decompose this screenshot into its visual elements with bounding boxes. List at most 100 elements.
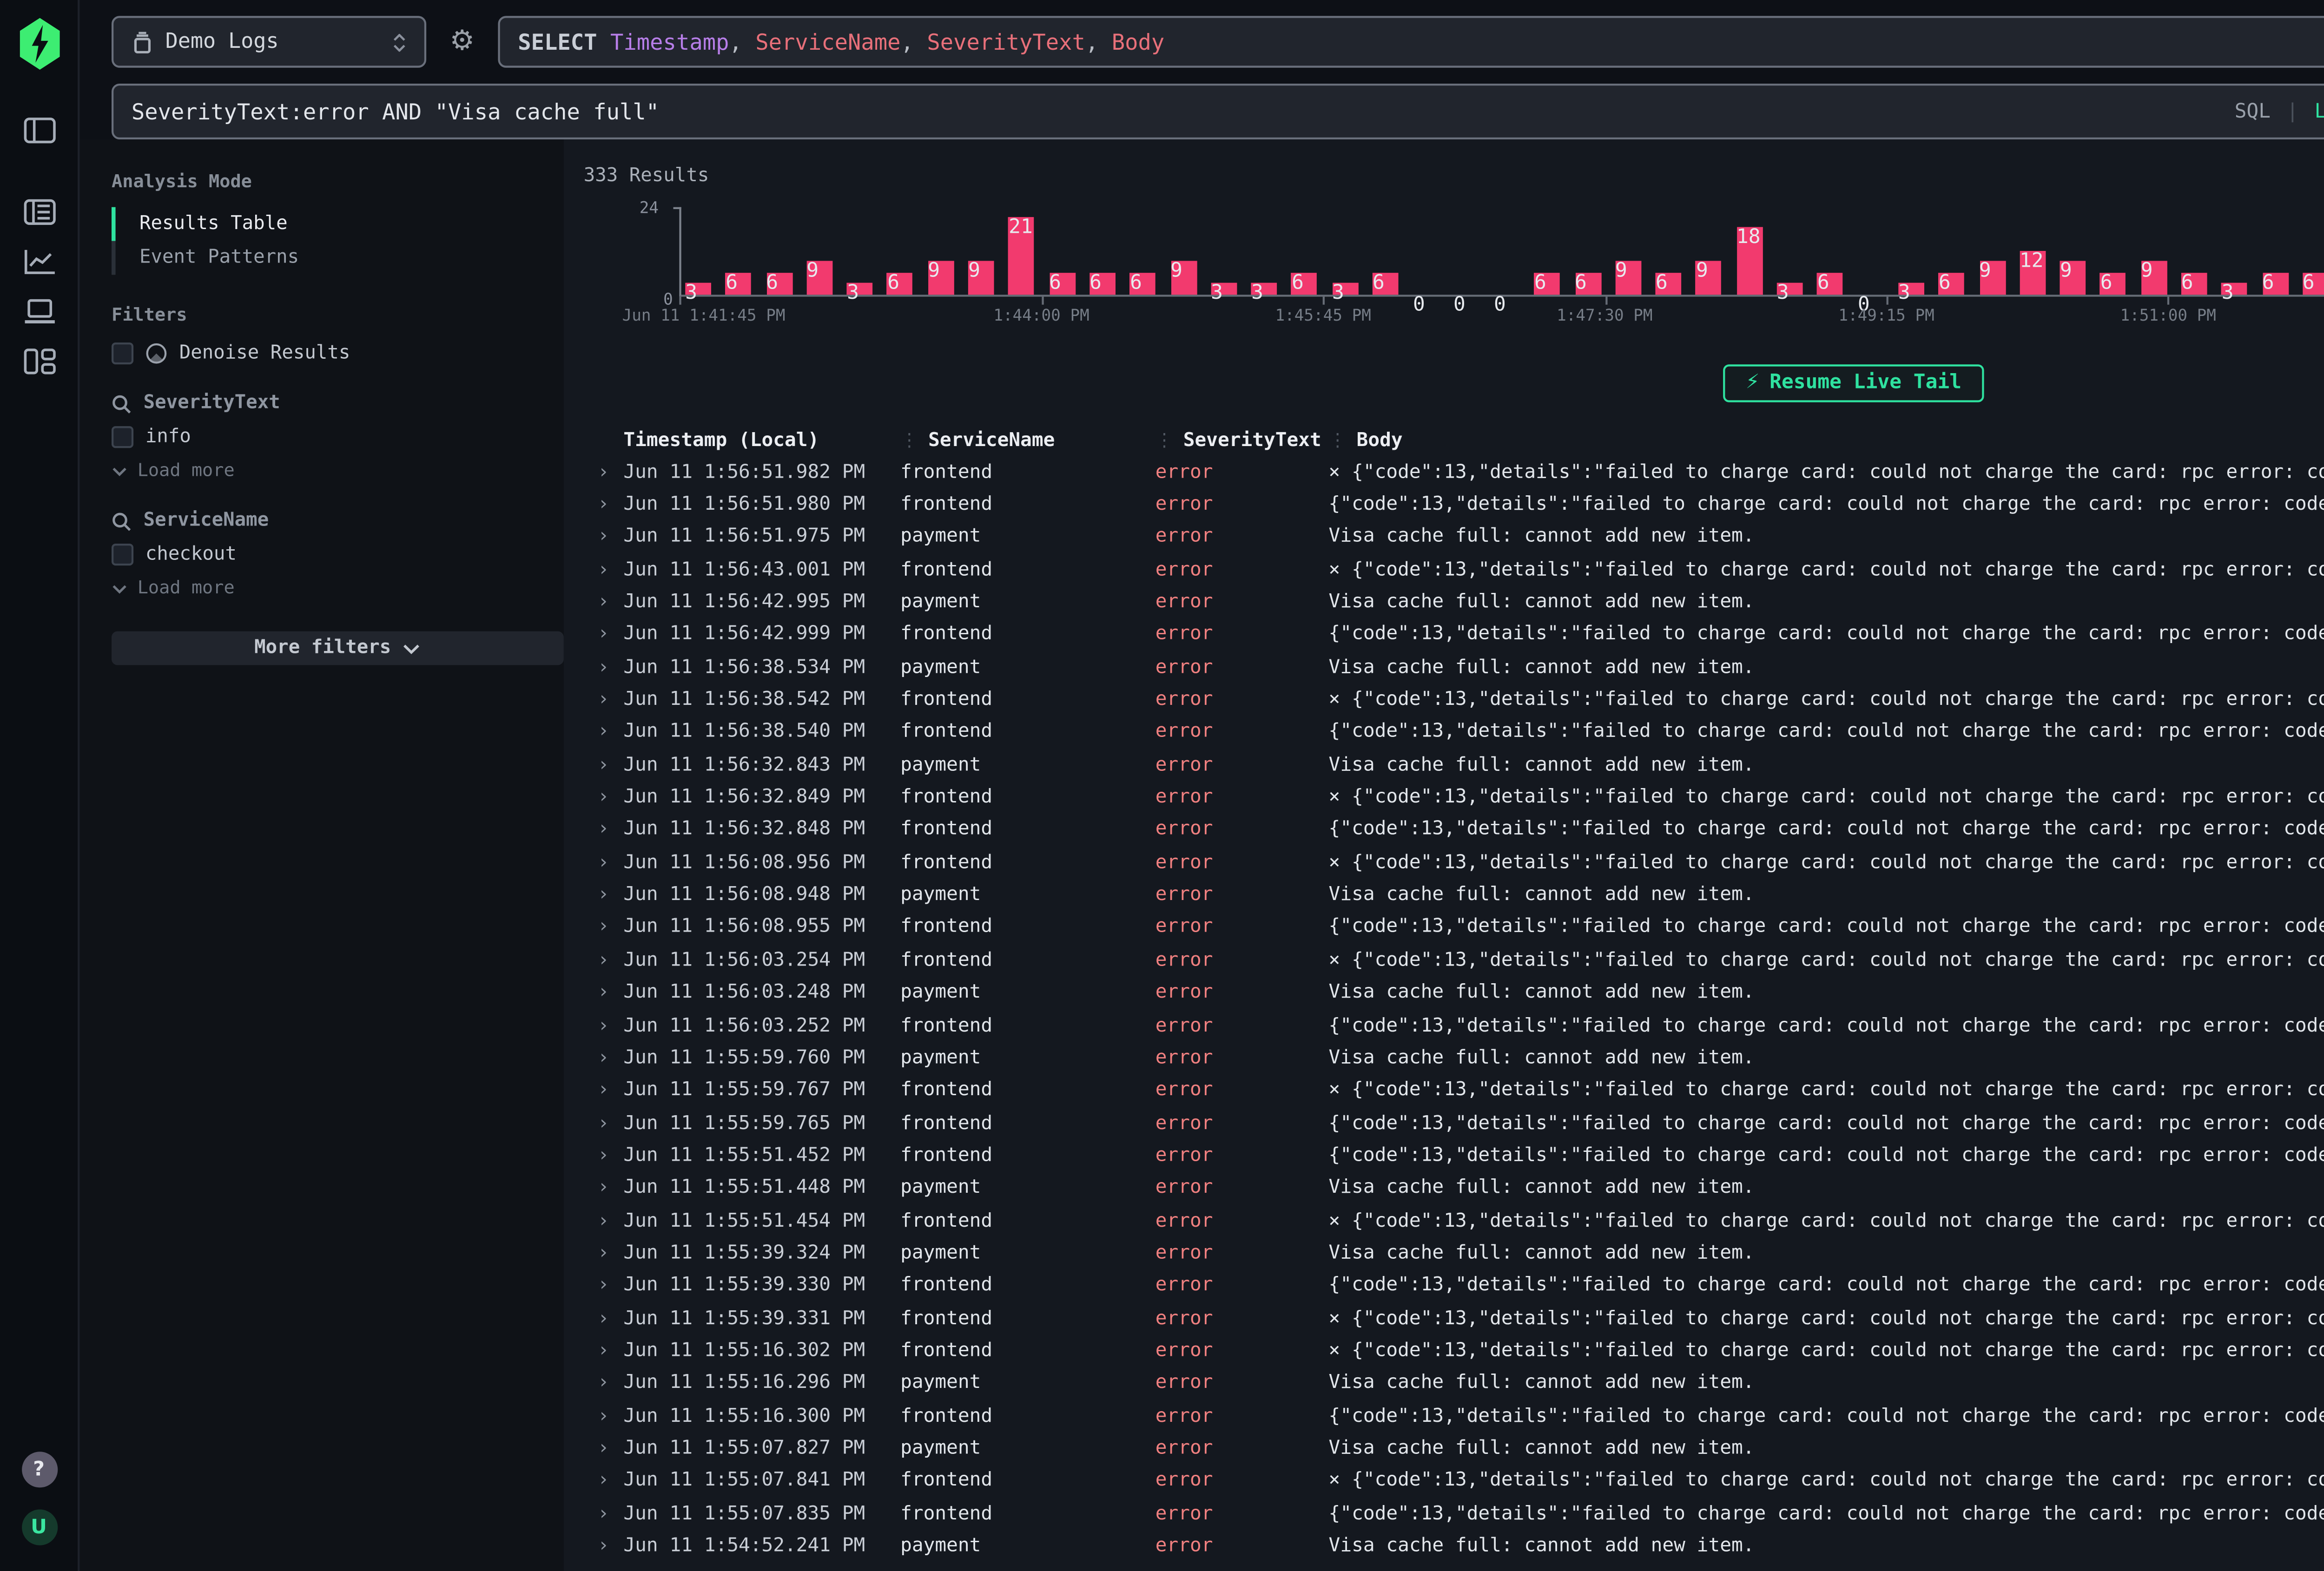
histogram-bar[interactable]: 6 bbox=[726, 272, 752, 295]
search-input[interactable]: SeverityText:error AND "Visa cache full"… bbox=[112, 84, 2324, 139]
row-expand-chevron-icon[interactable]: › bbox=[584, 982, 624, 1004]
toggle-sidebar-icon[interactable] bbox=[23, 118, 55, 144]
histogram-bar[interactable]: 9 bbox=[2060, 261, 2086, 295]
row-expand-chevron-icon[interactable]: › bbox=[584, 624, 624, 646]
row-expand-chevron-icon[interactable]: › bbox=[584, 1080, 624, 1102]
histogram-bar[interactable]: 6 bbox=[1292, 272, 1318, 295]
histogram-bar[interactable]: 6 bbox=[2303, 272, 2324, 295]
table-row[interactable]: ›Jun 11 1:56:51.975 PMpaymenterrorVisa c… bbox=[584, 521, 2324, 554]
column-header-timestamp[interactable]: Timestamp (Local) bbox=[623, 430, 900, 452]
row-expand-chevron-icon[interactable]: › bbox=[584, 852, 624, 874]
histogram-bar[interactable]: 6 bbox=[1089, 272, 1116, 295]
table-row[interactable]: ›Jun 11 1:55:16.296 PMpaymenterrorVisa c… bbox=[584, 1367, 2324, 1400]
table-row[interactable]: ›Jun 11 1:55:39.330 PMfrontenderror{"cod… bbox=[584, 1270, 2324, 1302]
row-expand-chevron-icon[interactable]: › bbox=[584, 559, 624, 581]
search-logs-icon[interactable] bbox=[23, 199, 55, 225]
table-row[interactable]: ›Jun 11 1:55:51.452 PMfrontenderror{"cod… bbox=[584, 1139, 2324, 1172]
denoise-results-option[interactable]: Denoise Results bbox=[112, 342, 548, 364]
table-row[interactable]: ›Jun 11 1:55:39.331 PMfrontenderror× {"c… bbox=[584, 1302, 2324, 1335]
row-expand-chevron-icon[interactable]: › bbox=[584, 1015, 624, 1037]
column-drag-handle[interactable]: ⋮ bbox=[1155, 431, 1174, 451]
row-expand-chevron-icon[interactable]: › bbox=[584, 592, 624, 613]
row-expand-chevron-icon[interactable]: › bbox=[584, 1112, 624, 1134]
source-select[interactable]: Demo Logs bbox=[112, 16, 426, 67]
column-header-severitytext[interactable]: ⋮SeverityText bbox=[1155, 430, 1329, 452]
row-expand-chevron-icon[interactable]: › bbox=[584, 1535, 624, 1557]
load-more-servicename[interactable]: Load more bbox=[112, 579, 548, 599]
filter-option-info[interactable]: info bbox=[112, 426, 548, 448]
histogram-bar[interactable]: 6 bbox=[887, 272, 913, 295]
row-expand-chevron-icon[interactable]: › bbox=[584, 917, 624, 939]
sidebar-item-event-patterns[interactable]: Event Patterns bbox=[112, 241, 548, 275]
row-expand-chevron-icon[interactable]: › bbox=[584, 1405, 624, 1427]
help-button[interactable]: ? bbox=[21, 1452, 57, 1487]
table-row[interactable]: ›Jun 11 1:56:38.534 PMpaymenterrorVisa c… bbox=[584, 651, 2324, 684]
row-expand-chevron-icon[interactable]: › bbox=[584, 884, 624, 906]
load-more-severitytext[interactable]: Load more bbox=[112, 462, 548, 482]
column-drag-handle[interactable]: ⋮ bbox=[1329, 431, 1347, 451]
histogram-bar[interactable]: 3 bbox=[1332, 283, 1358, 295]
mode-lucene-toggle[interactable]: Lucene bbox=[2314, 100, 2324, 122]
row-expand-chevron-icon[interactable]: › bbox=[584, 950, 624, 972]
histogram-bar[interactable]: 6 bbox=[1049, 272, 1075, 295]
histogram-bar[interactable]: 9 bbox=[1615, 261, 1641, 295]
more-filters-button[interactable]: More filters bbox=[112, 631, 564, 665]
histogram-bar[interactable]: 9 bbox=[928, 261, 954, 295]
histogram-bar[interactable]: 6 bbox=[2100, 272, 2126, 295]
row-expand-chevron-icon[interactable]: › bbox=[584, 1047, 624, 1069]
resume-live-tail-button[interactable]: ⚡ Resume Live Tail bbox=[1723, 364, 1983, 402]
table-row[interactable]: ›Jun 11 1:55:16.302 PMfrontenderror× {"c… bbox=[584, 1335, 2324, 1367]
mode-sql-toggle[interactable]: SQL bbox=[2235, 100, 2271, 122]
filter-option-checkout[interactable]: checkout bbox=[112, 544, 548, 565]
table-row[interactable]: ›Jun 11 1:55:07.835 PMfrontenderror{"cod… bbox=[584, 1498, 2324, 1530]
table-row[interactable]: ›Jun 11 1:56:38.542 PMfrontenderror× {"c… bbox=[584, 684, 2324, 716]
row-expand-chevron-icon[interactable]: › bbox=[584, 819, 624, 841]
row-expand-chevron-icon[interactable]: › bbox=[584, 1242, 624, 1264]
histogram-bar[interactable]: 9 bbox=[1979, 261, 2005, 295]
table-row[interactable]: ›Jun 11 1:55:51.454 PMfrontenderror× {"c… bbox=[584, 1204, 2324, 1237]
histogram-bar[interactable]: 3 bbox=[1251, 283, 1277, 295]
row-expand-chevron-icon[interactable]: › bbox=[584, 1210, 624, 1232]
histogram-bar[interactable]: 3 bbox=[2222, 283, 2248, 295]
dashboards-icon[interactable] bbox=[23, 348, 55, 375]
histogram-bar[interactable]: 6 bbox=[1373, 272, 1399, 295]
app-logo-icon[interactable] bbox=[17, 18, 60, 70]
histogram-bar[interactable]: 6 bbox=[766, 272, 792, 295]
table-row[interactable]: ›Jun 11 1:56:08.948 PMpaymenterrorVisa c… bbox=[584, 879, 2324, 912]
table-row[interactable]: ›Jun 11 1:55:59.767 PMfrontenderror× {"c… bbox=[584, 1074, 2324, 1107]
histogram-bar[interactable]: 3 bbox=[1777, 283, 1803, 295]
row-expand-chevron-icon[interactable]: › bbox=[584, 494, 624, 516]
histogram-bar[interactable]: 6 bbox=[1656, 272, 1682, 295]
table-row[interactable]: ›Jun 11 1:56:08.956 PMfrontenderror× {"c… bbox=[584, 847, 2324, 879]
table-row[interactable]: ›Jun 11 1:56:32.843 PMpaymenterrorVisa c… bbox=[584, 749, 2324, 782]
table-row[interactable]: ›Jun 11 1:56:42.999 PMfrontenderror{"cod… bbox=[584, 619, 2324, 651]
table-row[interactable]: ›Jun 11 1:56:42.995 PMpaymenterrorVisa c… bbox=[584, 586, 2324, 619]
histogram-bar[interactable]: 9 bbox=[806, 261, 832, 295]
row-expand-chevron-icon[interactable]: › bbox=[584, 1177, 624, 1199]
table-row[interactable]: ›Jun 11 1:56:51.982 PMfrontenderror× {"c… bbox=[584, 456, 2324, 488]
row-expand-chevron-icon[interactable]: › bbox=[584, 722, 624, 743]
histogram-bar[interactable]: 3 bbox=[847, 283, 873, 295]
histogram-bar[interactable]: 9 bbox=[1170, 261, 1196, 295]
row-expand-chevron-icon[interactable]: › bbox=[584, 1373, 624, 1394]
table-row[interactable]: ›Jun 11 1:56:03.248 PMpaymenterrorVisa c… bbox=[584, 977, 2324, 1009]
row-expand-chevron-icon[interactable]: › bbox=[584, 1470, 624, 1492]
histogram-bar[interactable]: 6 bbox=[2262, 272, 2288, 295]
row-expand-chevron-icon[interactable]: › bbox=[584, 526, 624, 548]
histogram-bar[interactable]: 6 bbox=[1817, 272, 1843, 295]
histogram-bar[interactable]: 6 bbox=[1130, 272, 1156, 295]
checkout-checkbox[interactable] bbox=[112, 544, 133, 565]
table-row[interactable]: ›Jun 11 1:55:59.765 PMfrontenderror{"cod… bbox=[584, 1107, 2324, 1139]
table-row[interactable]: ›Jun 11 1:56:32.848 PMfrontenderror{"cod… bbox=[584, 814, 2324, 847]
sessions-icon[interactable] bbox=[23, 299, 55, 325]
table-row[interactable]: ›Jun 11 1:56:03.254 PMfrontenderror× {"c… bbox=[584, 944, 2324, 977]
table-row[interactable]: ›Jun 11 1:56:08.955 PMfrontenderror{"cod… bbox=[584, 912, 2324, 944]
table-row[interactable]: ›Jun 11 1:56:03.252 PMfrontenderror{"cod… bbox=[584, 1009, 2324, 1042]
column-header-servicename[interactable]: ⋮ServiceName bbox=[900, 430, 1155, 452]
select-clause-input[interactable]: SELECT Timestamp, ServiceName, SeverityT… bbox=[498, 16, 2324, 67]
source-settings-button[interactable]: ⚙ bbox=[442, 16, 482, 67]
denoise-checkbox[interactable] bbox=[112, 342, 133, 364]
row-expand-chevron-icon[interactable]: › bbox=[584, 1340, 624, 1362]
table-row[interactable]: ›Jun 11 1:56:38.540 PMfrontenderror{"cod… bbox=[584, 716, 2324, 749]
table-row[interactable]: ›Jun 11 1:55:07.841 PMfrontenderror× {"c… bbox=[584, 1465, 2324, 1498]
